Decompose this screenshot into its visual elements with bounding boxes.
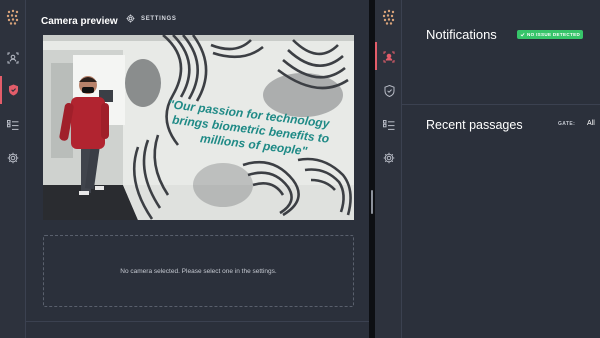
list-icon[interactable] <box>381 117 397 133</box>
active-indicator <box>375 42 377 70</box>
splitter-handle[interactable] <box>371 190 373 214</box>
logo-icon[interactable] <box>5 9 21 25</box>
shield-icon[interactable] <box>5 82 21 98</box>
shield-icon[interactable] <box>381 83 397 99</box>
notifications-title: Notifications <box>426 27 497 42</box>
camera-preview-header: Camera preview <box>41 14 118 28</box>
section-divider <box>402 104 600 105</box>
notifications-pane: Notifications NO ISSUE DETECTED Recent p… <box>375 0 600 338</box>
gear-icon <box>126 14 135 23</box>
recent-passages-title: Recent passages <box>426 118 523 132</box>
camera-slot-empty[interactable]: No camera selected. Please select one in… <box>43 235 354 307</box>
logo-icon[interactable] <box>381 9 397 25</box>
gate-filter-select[interactable]: All <box>587 120 595 127</box>
empty-message: No camera selected. Please select one in… <box>120 267 277 275</box>
camera-feed: "Our passion for technology brings biome… <box>43 35 354 220</box>
gear-icon[interactable] <box>5 150 21 166</box>
active-indicator <box>0 76 2 104</box>
app-window: Camera preview SETTINGS "Our passion for… <box>0 0 600 338</box>
face-scan-icon[interactable] <box>5 50 21 66</box>
check-icon <box>520 33 525 37</box>
status-badge-label: NO ISSUE DETECTED <box>527 32 581 37</box>
right-sidebar <box>375 0 402 338</box>
page-title: Camera preview <box>41 15 118 27</box>
list-icon[interactable] <box>5 117 21 133</box>
camera-preview-pane: Camera preview SETTINGS "Our passion for… <box>0 0 369 338</box>
settings-label: SETTINGS <box>141 15 177 22</box>
left-sidebar <box>0 0 26 338</box>
status-badge: NO ISSUE DETECTED <box>517 30 584 39</box>
gate-filter-label: GATE: <box>558 121 576 127</box>
gear-icon[interactable] <box>381 150 397 166</box>
divider-line <box>26 321 369 322</box>
settings-button[interactable]: SETTINGS <box>126 14 177 23</box>
face-scan-icon[interactable] <box>381 49 397 65</box>
